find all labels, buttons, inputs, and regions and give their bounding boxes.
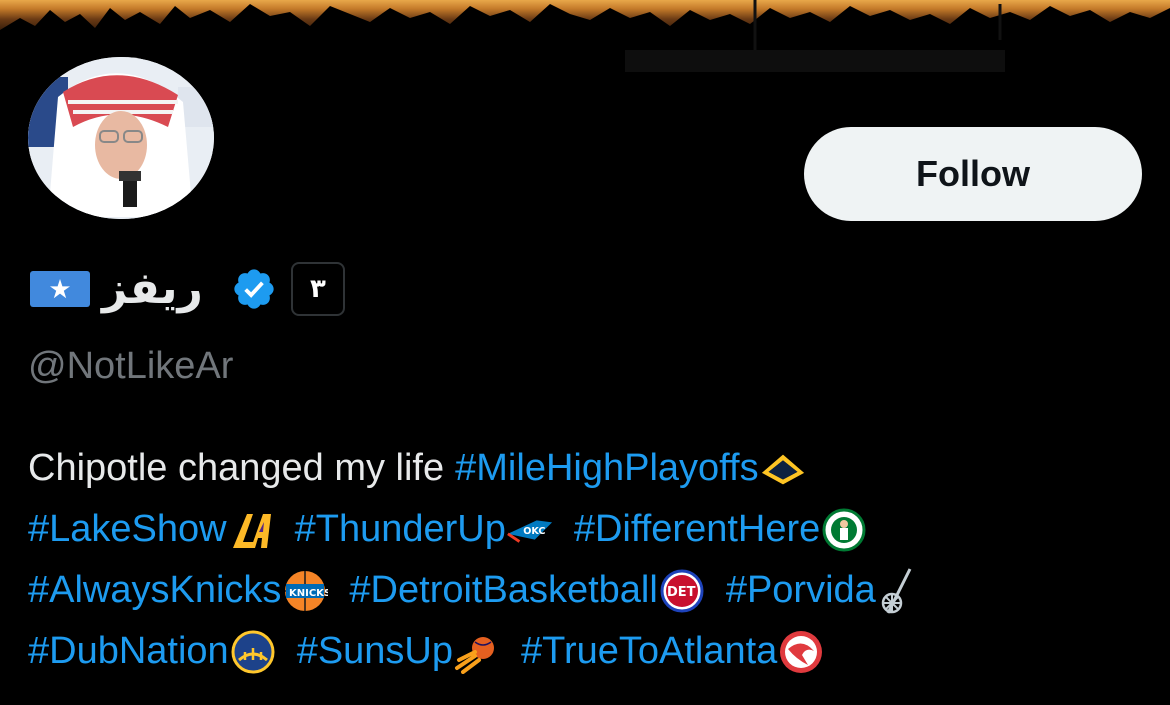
hashtag[interactable]: #AlwaysKnicks	[28, 560, 281, 621]
pistons-logo-icon: DET	[658, 567, 706, 615]
bio: Chipotle changed my life #MileHighPlayof…	[28, 438, 1148, 682]
spurs-logo-icon	[876, 567, 924, 615]
affiliate-badge[interactable]: ٣	[290, 262, 345, 316]
svg-text:DET: DET	[667, 585, 696, 600]
display-name: ريفز	[102, 263, 203, 314]
nuggets-mountain-icon	[759, 445, 807, 493]
hashtag[interactable]: #LakeShow	[28, 499, 227, 560]
hashtag[interactable]: #Porvida	[726, 560, 876, 621]
hashtag[interactable]: #ThunderUp	[295, 499, 506, 560]
svg-text:KNICKS: KNICKS	[289, 588, 328, 599]
somalia-flag-icon	[28, 269, 92, 309]
bio-line: #AlwaysKnicks KNICKS #DetroitBasketball …	[28, 560, 1148, 621]
suns-logo-icon	[453, 628, 501, 676]
svg-text:OKC: OKC	[523, 525, 545, 536]
thunder-logo-icon: OKC	[506, 506, 554, 554]
bio-text: Chipotle changed my life	[28, 447, 445, 489]
hashtag[interactable]: #MileHighPlayoffs	[455, 438, 758, 499]
handle: @NotLikeAr	[28, 345, 234, 387]
hawks-logo-icon	[777, 628, 825, 676]
hashtag[interactable]: #TrueToAtlanta	[521, 621, 777, 682]
affiliate-badge-text: ٣	[309, 274, 326, 304]
profile-header: Follow ريفز ٣ @NotLikeAr Chipotle change…	[0, 0, 1170, 705]
follow-button[interactable]: Follow	[804, 127, 1142, 221]
bio-line: #DubNation #SunsUp #TrueToAtlanta	[28, 621, 1148, 682]
avatar[interactable]	[23, 52, 219, 224]
hashtag[interactable]: #DifferentHere	[574, 499, 820, 560]
verified-badge-icon[interactable]	[231, 266, 277, 312]
celtics-logo-icon	[820, 506, 868, 554]
name-row: ريفز ٣	[28, 258, 345, 320]
knicks-logo-icon: KNICKS	[281, 567, 329, 615]
lakers-logo-icon	[227, 506, 275, 554]
avatar-image	[28, 57, 214, 219]
hashtag[interactable]: #DetroitBasketball	[349, 560, 657, 621]
bio-line: Chipotle changed my life #MileHighPlayof…	[28, 438, 1148, 499]
warriors-logo-icon	[229, 628, 277, 676]
bio-line: #LakeShow #ThunderUp OKC #DifferentHere	[28, 499, 1148, 560]
hashtag[interactable]: #SunsUp	[297, 621, 453, 682]
hashtag[interactable]: #DubNation	[28, 621, 229, 682]
